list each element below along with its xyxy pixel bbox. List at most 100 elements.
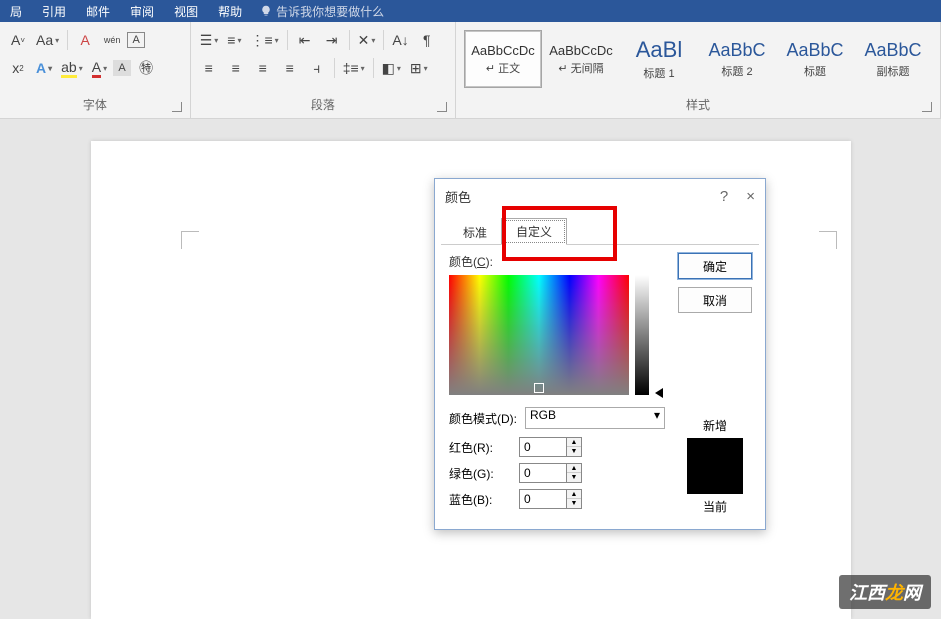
blue-spinner[interactable]: ▲▼: [519, 489, 582, 509]
ribbon-group-styles: AaBbCcDc ↵ 正文 AaBbCcDc ↵ 无间隔 AaBl 标题 1 A…: [456, 22, 941, 118]
spin-down-icon[interactable]: ▼: [567, 447, 581, 456]
style-preview: AaBbCcDc: [549, 43, 613, 58]
menu-item[interactable]: 邮件: [76, 3, 120, 20]
highlight-button[interactable]: ab▾: [58, 57, 86, 79]
menu-item[interactable]: 审阅: [120, 3, 164, 20]
dialog-title-text: 颜色: [445, 187, 471, 206]
luminance-slider[interactable]: [635, 275, 649, 395]
color-spectrum-picker[interactable]: [449, 275, 629, 395]
menu-item[interactable]: 帮助: [208, 3, 252, 20]
watermark: 江西龙网: [839, 575, 931, 609]
show-marks-button[interactable]: ¶: [415, 29, 439, 51]
shading-button[interactable]: ◧▾: [379, 57, 404, 79]
dialog-titlebar[interactable]: 颜色 ? ×: [435, 179, 765, 213]
subscript-button[interactable]: x2: [6, 57, 30, 79]
new-color-label: 新增: [687, 417, 743, 434]
style-preview: AaBl: [636, 37, 682, 63]
ribbon-group-font: A˅ Aa▾ A wén A x2 A▾ ab▾ A▾ A ㊕ 字体: [0, 22, 191, 118]
style-preview: AaBbCcDc: [471, 43, 535, 58]
style-normal[interactable]: AaBbCcDc ↵ 正文: [464, 30, 542, 88]
justify-button[interactable]: ≡: [278, 57, 302, 79]
align-left-button[interactable]: ≡: [197, 57, 221, 79]
phonetic-button[interactable]: wén: [100, 29, 124, 51]
spin-up-icon[interactable]: ▲: [567, 438, 581, 447]
font-group-label[interactable]: 字体: [6, 93, 184, 118]
style-preview: AaBbC: [708, 40, 765, 61]
menu-item[interactable]: 视图: [164, 3, 208, 20]
font-color-button[interactable]: A▾: [89, 57, 110, 79]
style-label: 副标题: [877, 63, 910, 79]
tab-custom[interactable]: 自定义: [501, 218, 567, 245]
color-mode-select[interactable]: RGB ▾: [525, 407, 665, 429]
cancel-button[interactable]: 取消: [678, 287, 752, 313]
red-label: 红色(R):: [449, 439, 511, 456]
spin-up-icon[interactable]: ▲: [567, 464, 581, 473]
color-swatch: [687, 438, 743, 494]
red-spinner[interactable]: ▲▼: [519, 437, 582, 457]
tell-me-placeholder: 告诉我你想要做什么: [276, 3, 384, 20]
multilevel-button[interactable]: ⋮≡▾: [247, 29, 281, 51]
spin-down-icon[interactable]: ▼: [567, 473, 581, 482]
style-subtitle[interactable]: AaBbC 副标题: [854, 30, 932, 88]
menu-bar: 局 引用 邮件 审阅 视图 帮助 告诉我你想要做什么: [0, 0, 941, 22]
text-effects-button[interactable]: A▾: [33, 57, 55, 79]
ok-button[interactable]: 确定: [678, 253, 752, 279]
style-title[interactable]: AaBbC 标题: [776, 30, 854, 88]
decrease-indent-button[interactable]: ⇤: [293, 29, 317, 51]
color-dialog: 颜色 ? × 标准 自定义 颜色(C): 颜色模式(D): RGB ▾ 红色(R…: [434, 178, 766, 530]
change-case-button[interactable]: Aa▾: [33, 29, 62, 51]
style-label: 标题: [804, 63, 826, 79]
increase-indent-button[interactable]: ⇥: [320, 29, 344, 51]
style-preview: AaBbC: [786, 40, 843, 61]
color-mode-label: 颜色模式(D):: [449, 410, 517, 427]
bullets-button[interactable]: ☰▾: [197, 29, 222, 51]
style-no-spacing[interactable]: AaBbCcDc ↵ 无间隔: [542, 30, 620, 88]
sort-button[interactable]: A↓: [389, 29, 411, 51]
spin-up-icon[interactable]: ▲: [567, 490, 581, 499]
red-input[interactable]: [519, 437, 567, 457]
tell-me-search[interactable]: 告诉我你想要做什么: [260, 3, 384, 20]
green-spinner[interactable]: ▲▼: [519, 463, 582, 483]
ribbon-group-paragraph: ☰▾ ≡▾ ⋮≡▾ ⇤ ⇥ ✕▾ A↓ ¶ ≡ ≡ ≡ ≡ ⫞ ‡≡▾: [191, 22, 456, 118]
lightbulb-icon: [260, 5, 272, 17]
enclose-char-button[interactable]: ㊕: [134, 57, 158, 79]
numbering-button[interactable]: ≡▾: [224, 29, 244, 51]
color-field-label: 颜色(C):: [449, 253, 665, 270]
current-color-label: 当前: [687, 498, 743, 515]
borders-button[interactable]: ⊞▾: [407, 57, 431, 79]
help-button[interactable]: ?: [720, 188, 728, 205]
close-button[interactable]: ×: [746, 188, 755, 205]
ribbon: A˅ Aa▾ A wén A x2 A▾ ab▾ A▾ A ㊕ 字体 ☰▾ ≡▾: [0, 22, 941, 119]
green-label: 绿色(G):: [449, 465, 511, 482]
style-preview: AaBbC: [864, 40, 921, 61]
blue-input[interactable]: [519, 489, 567, 509]
clear-format-button[interactable]: A: [73, 29, 97, 51]
menu-item[interactable]: 局: [0, 3, 32, 20]
style-heading-2[interactable]: AaBbC 标题 2: [698, 30, 776, 88]
tab-standard[interactable]: 标准: [449, 220, 501, 245]
dialog-tabs: 标准 自定义: [435, 213, 765, 245]
margin-marker: [181, 231, 199, 249]
luminance-arrow-icon: [655, 388, 663, 398]
green-input[interactable]: [519, 463, 567, 483]
distribute-button[interactable]: ⫞: [305, 57, 329, 79]
blue-label: 蓝色(B):: [449, 491, 511, 508]
char-shading-button[interactable]: A: [113, 60, 131, 76]
line-spacing-button[interactable]: ‡≡▾: [340, 57, 368, 79]
asian-layout-button[interactable]: ✕▾: [355, 29, 379, 51]
font-shrink-button[interactable]: A˅: [6, 29, 30, 51]
align-right-button[interactable]: ≡: [251, 57, 275, 79]
char-border-button[interactable]: A: [127, 32, 145, 48]
style-heading-1[interactable]: AaBl 标题 1: [620, 30, 698, 88]
align-center-button[interactable]: ≡: [224, 57, 248, 79]
picker-crosshair: [534, 383, 544, 393]
menu-item[interactable]: 引用: [32, 3, 76, 20]
spin-down-icon[interactable]: ▼: [567, 499, 581, 508]
style-label: 标题 1: [643, 65, 674, 81]
style-label: ↵ 无间隔: [558, 60, 603, 76]
styles-group-label[interactable]: 样式: [462, 93, 934, 118]
style-label: ↵ 正文: [486, 60, 520, 76]
margin-marker: [819, 231, 837, 249]
style-label: 标题 2: [721, 63, 752, 79]
paragraph-group-label[interactable]: 段落: [197, 93, 449, 118]
